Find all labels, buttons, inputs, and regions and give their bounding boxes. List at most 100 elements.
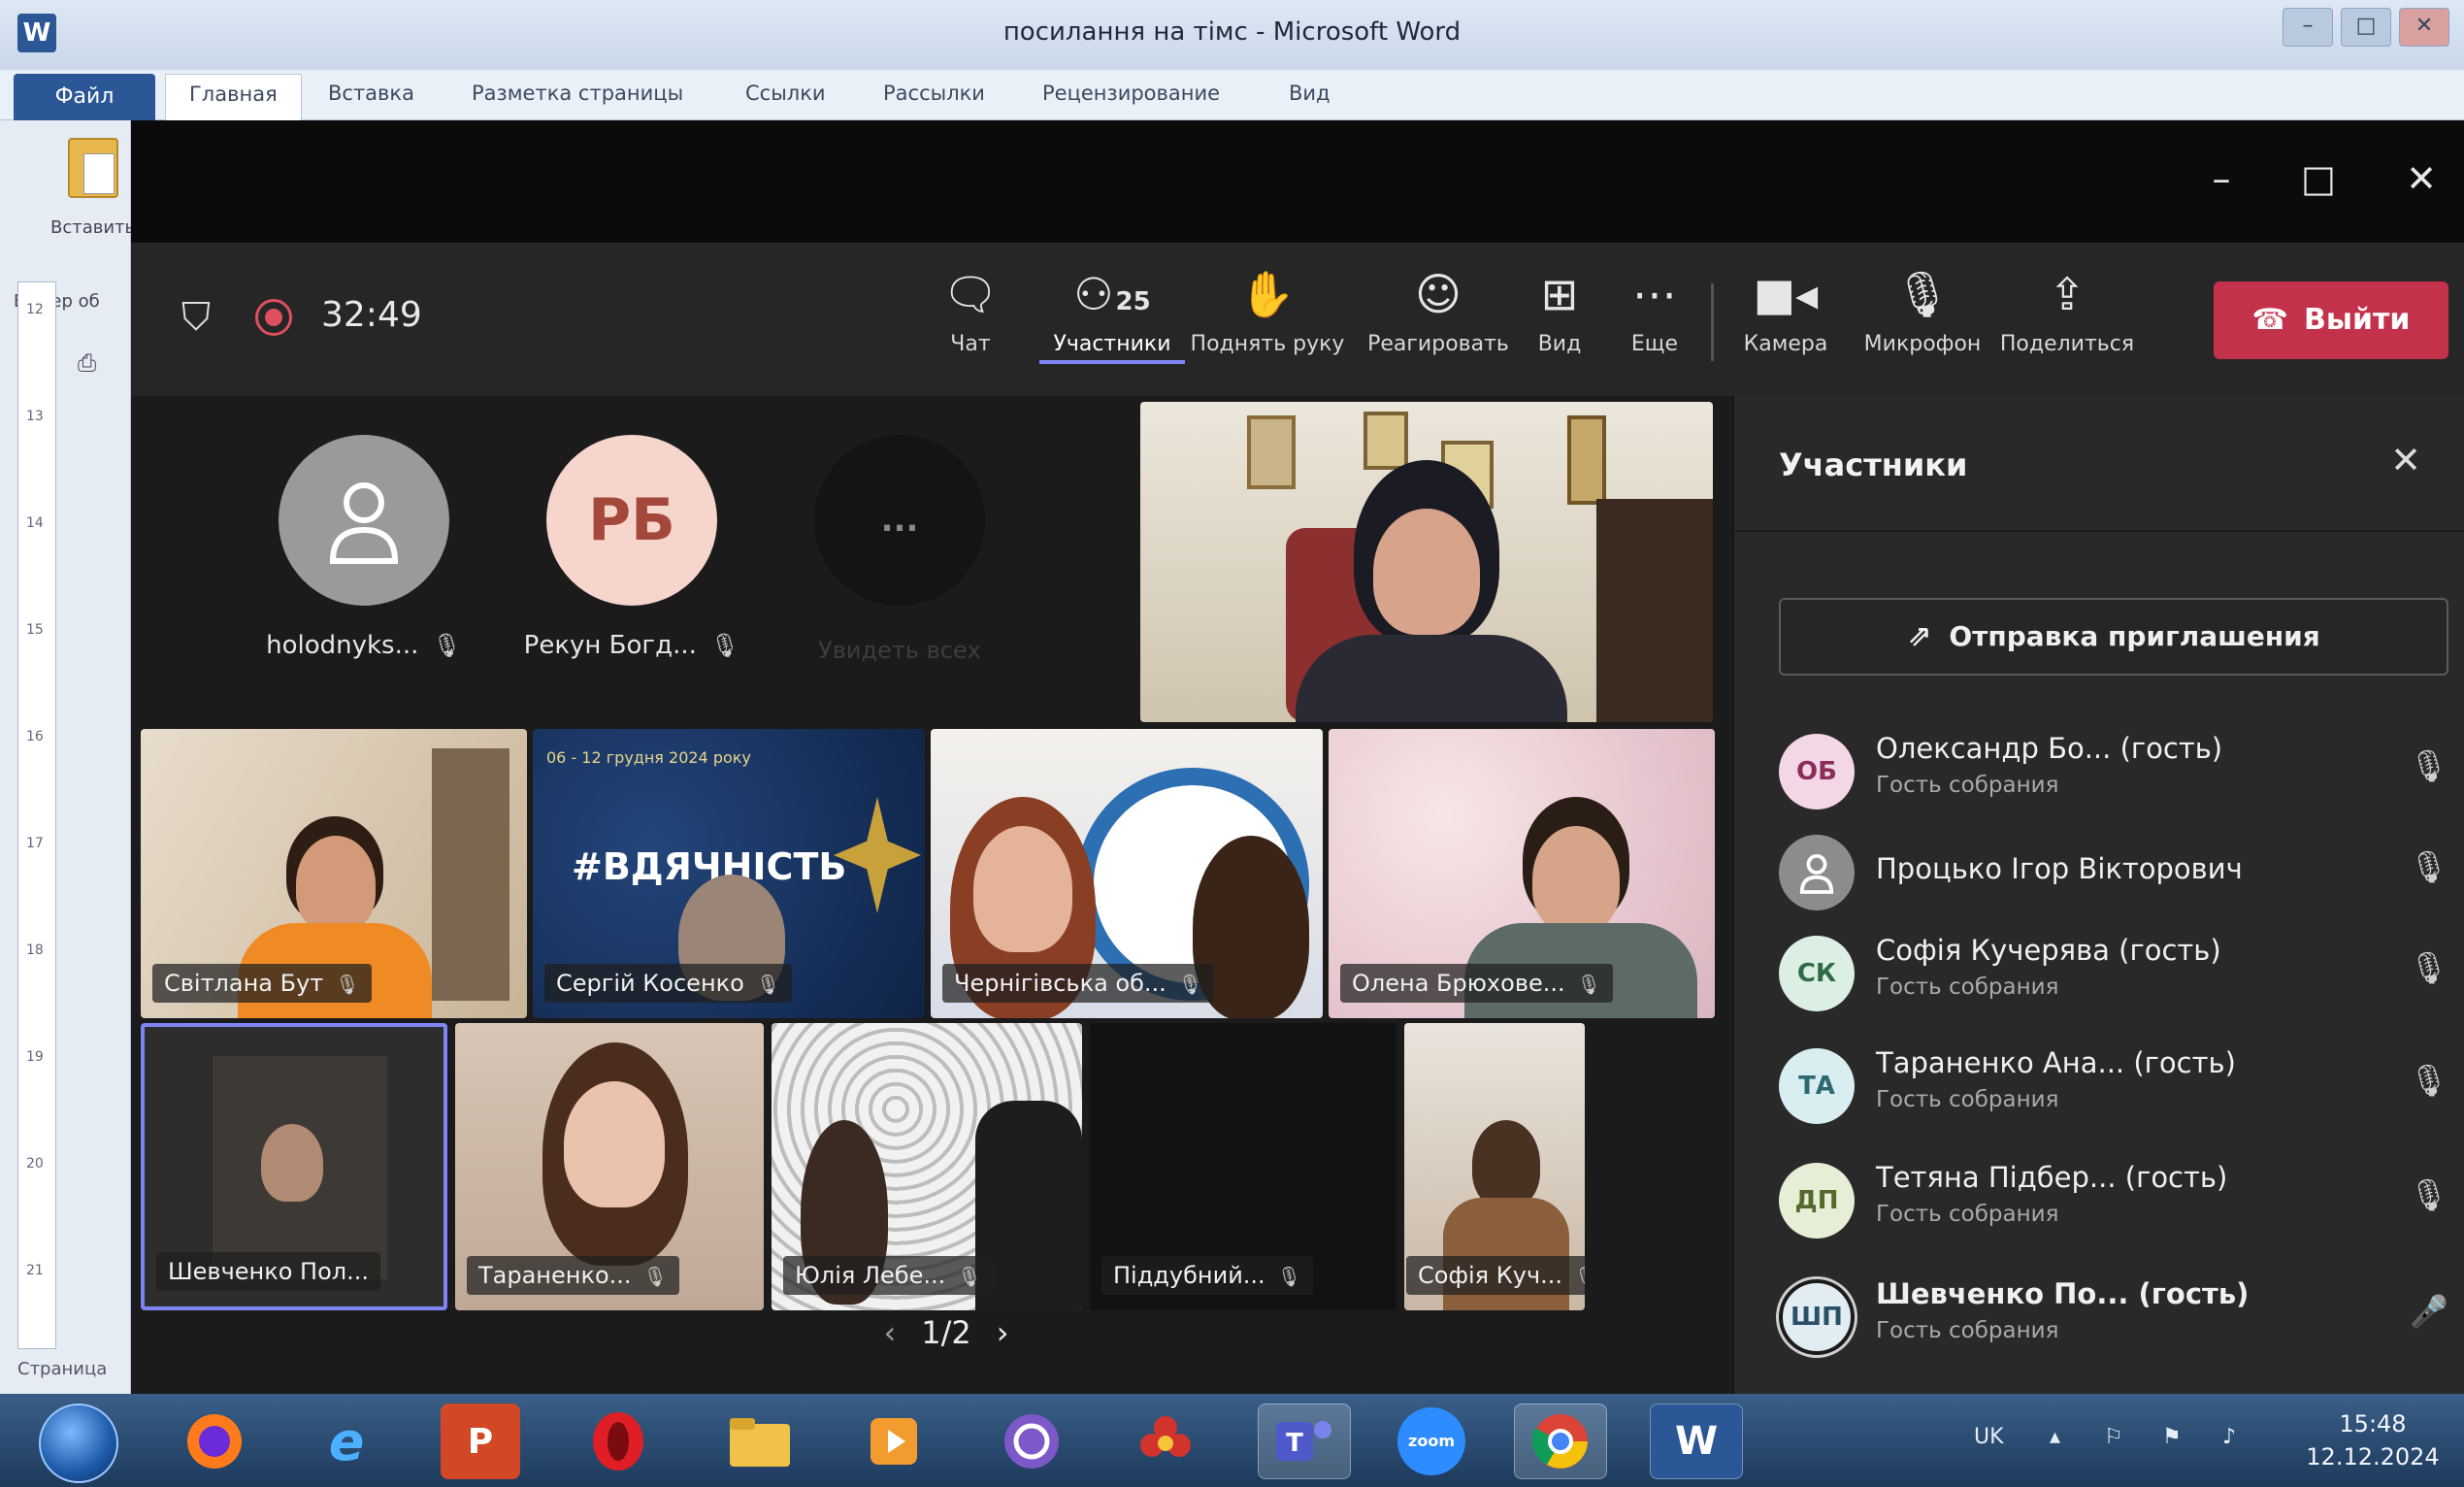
tab-home[interactable]: Главная xyxy=(165,74,302,120)
chrome-icon[interactable] xyxy=(1514,1404,1607,1479)
camera-button[interactable]: ■◂ Камера xyxy=(1723,264,1849,380)
ruler-mark: 15 xyxy=(26,622,44,638)
participant-avatar-tile[interactable]: РБ Рекун Богд... 🎙 xyxy=(515,435,748,660)
tile-name: Світлана Бут xyxy=(164,970,324,997)
door xyxy=(432,748,509,1001)
viber-icon[interactable] xyxy=(992,1404,1071,1479)
windows-taskbar: e P T zoom W UK ▴ ⚐ ⚑ ♪ 15:48 12.12.2024 xyxy=(0,1394,2464,1487)
raise-hand-button[interactable]: ✋ Поднять руку xyxy=(1185,264,1350,380)
teams-title-bar: – □ ✕ xyxy=(131,120,2464,243)
action-center-icon[interactable]: ⚑ xyxy=(2162,1425,2182,1449)
close-icon[interactable]: ✕ xyxy=(2390,439,2421,481)
share-button[interactable]: ⇪ Поделиться xyxy=(1994,264,2140,380)
participant-avatar-tile[interactable]: holodnyks... 🎙 xyxy=(247,435,480,660)
participant-name: Процько Ігор Вікторович xyxy=(1876,852,2243,885)
video-tile[interactable]: Тараненко... 🎙 xyxy=(455,1023,764,1310)
paste-icon[interactable] xyxy=(68,138,118,198)
tab-view[interactable]: Вид xyxy=(1289,82,1331,105)
internet-explorer-icon[interactable]: e xyxy=(307,1404,386,1479)
participant-role: Гость собрания xyxy=(1876,1087,2059,1112)
chat-button[interactable]: 🗨 Чат xyxy=(898,264,1043,380)
print-preview-icon[interactable]: ⎙ xyxy=(78,349,96,377)
tile-name: Чернігівська об... xyxy=(954,970,1166,997)
mic-off-icon: 🎙 xyxy=(709,632,740,659)
tab-mailings[interactable]: Рассылки xyxy=(883,82,985,105)
zoom-icon[interactable]: zoom xyxy=(1392,1404,1471,1479)
tab-review[interactable]: Рецензирование xyxy=(1042,82,1220,105)
mic-off-icon[interactable]: 🎙 xyxy=(2409,747,2448,784)
teams-icon[interactable]: T xyxy=(1258,1404,1351,1479)
media-player-icon[interactable] xyxy=(854,1404,934,1479)
language-indicator[interactable]: UK xyxy=(1974,1425,2004,1449)
see-all-tile[interactable]: ... Увидеть всех xyxy=(783,435,1016,664)
participant-row[interactable]: ОБ Олександр Бо... (гость) Гость собрани… xyxy=(1779,722,2448,823)
powerpoint-icon[interactable]: P xyxy=(441,1404,520,1479)
participant-name: Шевченко По... (гость) xyxy=(1876,1277,2250,1310)
more-button[interactable]: ⋯ Еще xyxy=(1596,264,1713,380)
video-tile[interactable]: Чернігівська об... 🎙 xyxy=(931,729,1323,1018)
firefox-icon[interactable] xyxy=(175,1404,254,1479)
chevron-right-icon[interactable]: › xyxy=(997,1314,1009,1351)
raise-hand-label: Поднять руку xyxy=(1190,332,1345,356)
file-explorer-icon[interactable] xyxy=(720,1404,800,1479)
minimize-button[interactable]: – xyxy=(2283,8,2333,47)
word-window-title: посилання на тімс - Microsoft Word xyxy=(1002,17,1462,47)
video-tile-active[interactable]: Шевченко Пол... xyxy=(141,1023,447,1310)
participant-row[interactable]: ТА Тараненко Ана... (гость) Гость собран… xyxy=(1779,1037,2448,1138)
chevron-left-icon[interactable]: ‹ xyxy=(883,1314,896,1351)
mic-off-icon[interactable]: 🎙 xyxy=(2409,848,2448,885)
person-icon xyxy=(1779,835,1855,910)
opera-icon[interactable] xyxy=(578,1404,658,1479)
volume-icon[interactable]: ♪ xyxy=(2222,1425,2236,1449)
video-tile[interactable]: Софія Куч... 🎙 xyxy=(1404,1023,1585,1310)
teams-close-icon[interactable]: ✕ xyxy=(2392,157,2450,200)
video-tile[interactable]: Юлія Лебе... 🎙 xyxy=(772,1023,1082,1310)
start-button[interactable] xyxy=(39,1404,118,1483)
flower-app-icon[interactable] xyxy=(1126,1404,1205,1479)
mic-off-icon: 🎙 xyxy=(755,973,781,996)
hand-icon: ✋ xyxy=(1239,268,1296,320)
participant-row[interactable]: ШП Шевченко По... (гость) Гость собрания… xyxy=(1779,1268,2448,1369)
teams-minimize-icon[interactable]: – xyxy=(2192,157,2250,200)
shield-icon[interactable]: ⛉ xyxy=(181,295,211,340)
participant-row[interactable]: СК Софія Кучерява (гость) Гость собрания… xyxy=(1779,924,2448,1025)
video-tile[interactable]: Піддубний... 🎙 xyxy=(1090,1023,1396,1310)
mic-on-icon[interactable]: 🎤 xyxy=(2410,1293,2448,1330)
system-clock[interactable]: 15:48 12.12.2024 xyxy=(2300,1407,2446,1473)
react-button[interactable]: ☺ Реагировать xyxy=(1356,264,1521,380)
word-icon[interactable]: W xyxy=(1650,1404,1743,1479)
network-icon[interactable]: ⚐ xyxy=(2104,1425,2123,1449)
person-face xyxy=(564,1081,665,1207)
camera-icon: ■◂ xyxy=(1753,268,1819,320)
mic-off-icon[interactable]: 🎙 xyxy=(2409,949,2448,986)
maximize-button[interactable]: □ xyxy=(2341,8,2391,47)
video-tile[interactable]: 06 - 12 грудня 2024 року #ВДЯЧНІСТЬ Серг… xyxy=(533,729,925,1018)
mic-off-icon[interactable]: 🎙 xyxy=(2409,1062,2448,1099)
close-button[interactable]: ✕ xyxy=(2399,8,2449,47)
teams-meeting-window: – □ ✕ ⛉ 32:49 🗨 Чат ⚇25 Участники ✋ Подн… xyxy=(131,120,2464,1394)
file-tab[interactable]: Файл xyxy=(14,74,155,120)
tab-page-layout[interactable]: Разметка страницы xyxy=(472,82,683,105)
gallery-pager: ‹ 1/2 › xyxy=(849,1314,1043,1351)
speaker-video-tile[interactable] xyxy=(1140,402,1713,722)
participants-button[interactable]: ⚇25 Участники xyxy=(1039,264,1185,380)
teams-maximize-icon[interactable]: □ xyxy=(2289,157,2348,200)
mic-off-icon[interactable]: 🎙 xyxy=(2409,1176,2448,1213)
participant-row[interactable]: ДП Тетяна Підбер... (гость) Гость собран… xyxy=(1779,1151,2448,1252)
person-face xyxy=(261,1124,323,1202)
leave-button[interactable]: ☎ Выйти xyxy=(2214,281,2448,359)
participant-name: Рекун Богд... xyxy=(523,631,697,660)
mic-button[interactable]: 🎙 Микрофон xyxy=(1855,264,1990,380)
video-tile[interactable]: Олена Брюхове... 🎙 xyxy=(1329,729,1715,1018)
zoom-label: zoom xyxy=(1397,1407,1465,1475)
mic-off-icon: 🎙 xyxy=(1576,973,1601,996)
send-invite-button[interactable]: ⇗ Отправка приглашения xyxy=(1779,598,2448,676)
tab-references[interactable]: Ссылки xyxy=(745,82,826,105)
participant-row[interactable]: Процько Ігор Вікторович 🎙 xyxy=(1779,823,2448,924)
person-body xyxy=(1296,635,1567,722)
ruler-mark: 19 xyxy=(26,1049,44,1065)
show-hidden-icons-icon[interactable]: ▴ xyxy=(2050,1425,2060,1449)
tab-insert[interactable]: Вставка xyxy=(328,82,414,105)
video-tile[interactable]: Світлана Бут 🎙 xyxy=(141,729,527,1018)
participant-name: Тараненко Ана... (гость) xyxy=(1876,1046,2236,1079)
